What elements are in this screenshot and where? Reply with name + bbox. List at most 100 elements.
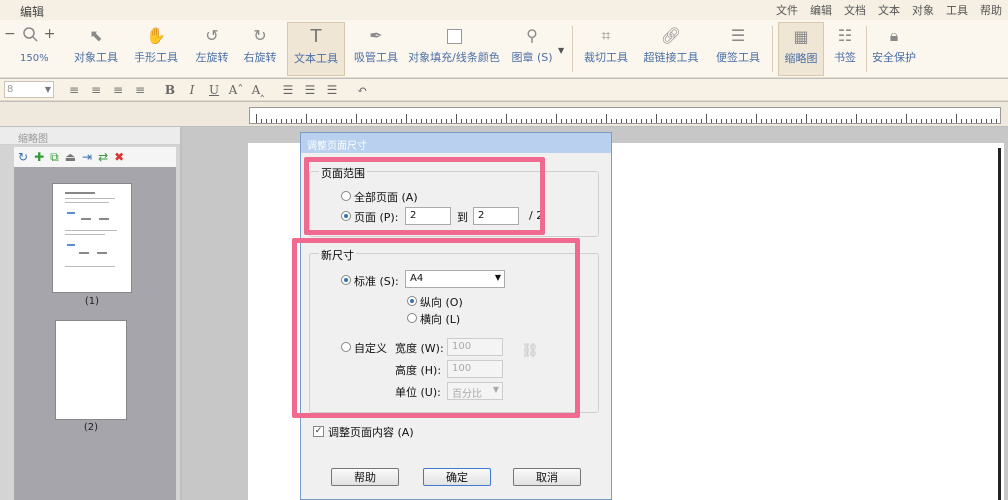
menu-object[interactable]: 对象 — [912, 2, 934, 18]
panel-toolbar: ↻ ✚ ⧉ ⏏ ⇥ ⇄ ✖ — [14, 147, 176, 167]
rotate-icon[interactable]: ↻ — [18, 150, 28, 164]
line-spacing-icon[interactable]: ☰ — [280, 82, 296, 98]
ruler-tick — [456, 114, 457, 123]
superscript-icon[interactable]: Aˆ — [228, 82, 244, 98]
thumbnail-list: (1) (2) — [14, 167, 176, 500]
ruler-tick — [301, 119, 302, 123]
note-icon: ☰ — [730, 26, 746, 45]
ruler-tick — [871, 119, 872, 123]
ruler-tick — [371, 119, 372, 123]
ruler-tick — [651, 119, 652, 123]
underline-icon[interactable]: U — [206, 82, 222, 98]
crop-tool-button[interactable]: ⌗ 裁切工具 — [578, 22, 634, 76]
help-button[interactable]: 帮助 — [331, 468, 399, 486]
ruler-tick — [426, 119, 427, 123]
page-thumbnail-2[interactable] — [55, 320, 127, 420]
ruler-tick — [411, 119, 412, 123]
zoom-out-button[interactable]: − — [4, 27, 16, 41]
move-page-icon[interactable]: ⇥ — [82, 150, 92, 164]
ruler-tick — [276, 119, 277, 123]
thumbnail-panel: 缩略图 ↻ ✚ ⧉ ⏏ ⇥ ⇄ ✖ (1) (2) — [0, 127, 180, 500]
ruler-tick — [806, 114, 807, 123]
note-tool-button[interactable]: ☰ 便签工具 — [710, 22, 766, 76]
paragraph-spacing-icon[interactable]: ☰ — [302, 82, 318, 98]
thumbnail-button[interactable]: ▦ 缩略图 — [778, 22, 824, 76]
extract-page-icon[interactable]: ⏏ — [65, 150, 76, 164]
stamp-tool-button[interactable]: ⚲ 图章 (S) — [506, 22, 558, 76]
zoom-in-button[interactable]: + — [44, 27, 56, 41]
adjust-content-checkbox[interactable]: ✓ — [313, 426, 324, 437]
indent-icon[interactable]: ☰ — [324, 82, 340, 98]
italic-icon[interactable]: I — [184, 82, 200, 98]
ruler-tick — [746, 119, 747, 123]
ruler-tick — [776, 119, 777, 123]
align-center-icon[interactable]: ≡ — [88, 82, 104, 98]
subscript-icon[interactable]: A‸ — [250, 82, 266, 98]
align-left-icon[interactable]: ≡ — [66, 82, 82, 98]
text-tool-button[interactable]: T 文本工具 — [287, 22, 345, 76]
ruler-tick — [561, 119, 562, 123]
stamp-dropdown-arrow[interactable]: ▼ — [558, 46, 564, 55]
ruler-tick — [281, 119, 282, 123]
menu-file[interactable]: 文件 — [776, 2, 798, 18]
app-title: 编辑 — [20, 5, 45, 19]
ruler-tick — [546, 119, 547, 123]
ruler-tick — [506, 114, 507, 123]
align-right-icon[interactable]: ≡ — [110, 82, 126, 98]
link-tool-button[interactable]: 🔗︎ 超链接工具 — [640, 22, 702, 76]
menu-document[interactable]: 文档 — [844, 2, 866, 18]
ruler-tick — [676, 119, 677, 123]
menu-edit[interactable]: 编辑 — [810, 2, 832, 18]
replace-page-icon[interactable]: ⇄ — [98, 150, 108, 164]
rotate-left-icon: ↺ — [205, 26, 219, 45]
ruler-tick — [311, 119, 312, 123]
hand-tool-button[interactable]: ✋ 手形工具 — [130, 22, 182, 76]
ruler-tick — [551, 119, 552, 123]
security-button[interactable]: 🔒︎ 安全保护 — [870, 22, 918, 76]
ruler-tick — [936, 119, 937, 123]
ruler-tick — [611, 119, 612, 123]
bold-icon[interactable]: B — [162, 82, 178, 98]
cancel-button[interactable]: 取消 — [513, 468, 581, 486]
ruler-tick — [826, 119, 827, 123]
undo-icon[interactable]: ↶ — [354, 82, 370, 98]
ok-button[interactable]: 确定 — [423, 468, 491, 486]
font-size-select[interactable]: 8 ▼ — [4, 81, 54, 98]
ruler-tick — [711, 119, 712, 123]
ruler-tick — [356, 114, 357, 123]
fill-color-button[interactable]: 对象填充/线条颜色 — [408, 22, 500, 76]
menu-tools[interactable]: 工具 — [946, 2, 968, 18]
object-tool-button[interactable]: ⬉ 对象工具 — [70, 22, 122, 76]
chevron-down-icon: ▼ — [44, 85, 51, 94]
eyedropper-tool-button[interactable]: ✒ 吸管工具 — [350, 22, 402, 76]
ruler-tick — [541, 119, 542, 123]
ruler-tick — [836, 119, 837, 123]
ruler-tick — [366, 119, 367, 123]
add-page-icon[interactable]: ✚ — [34, 150, 44, 164]
rotate-right-button[interactable]: ↻ 右旋转 — [238, 22, 282, 76]
page-thumbnail-1[interactable] — [52, 183, 132, 293]
delete-page-icon[interactable]: ✖ — [114, 150, 124, 164]
magnifier-icon — [22, 26, 38, 44]
ruler-tick — [566, 119, 567, 123]
new-size-highlight — [292, 238, 580, 418]
rotate-left-button[interactable]: ↺ 左旋转 — [190, 22, 234, 76]
ruler-tick — [681, 119, 682, 123]
page-edge — [998, 148, 1001, 500]
ruler-tick — [906, 114, 907, 123]
align-justify-icon[interactable]: ≡ — [132, 82, 148, 98]
menu-help[interactable]: 帮助 — [980, 2, 1002, 18]
ruler-tick — [961, 119, 962, 123]
ruler-tick — [476, 119, 477, 123]
ruler-tick — [796, 119, 797, 123]
ruler-tick — [996, 119, 997, 123]
bookmark-button[interactable]: ☷ 书签 — [828, 22, 862, 76]
stamp-icon: ⚲ — [526, 26, 538, 45]
ruler-tick — [296, 119, 297, 123]
thumbnail-icon: ▦ — [793, 27, 809, 46]
menu-text[interactable]: 文本 — [878, 2, 900, 18]
insert-page-icon[interactable]: ⧉ — [50, 150, 59, 165]
ruler-tick — [316, 119, 317, 123]
ruler-tick — [966, 119, 967, 123]
ruler-tick — [821, 119, 822, 123]
